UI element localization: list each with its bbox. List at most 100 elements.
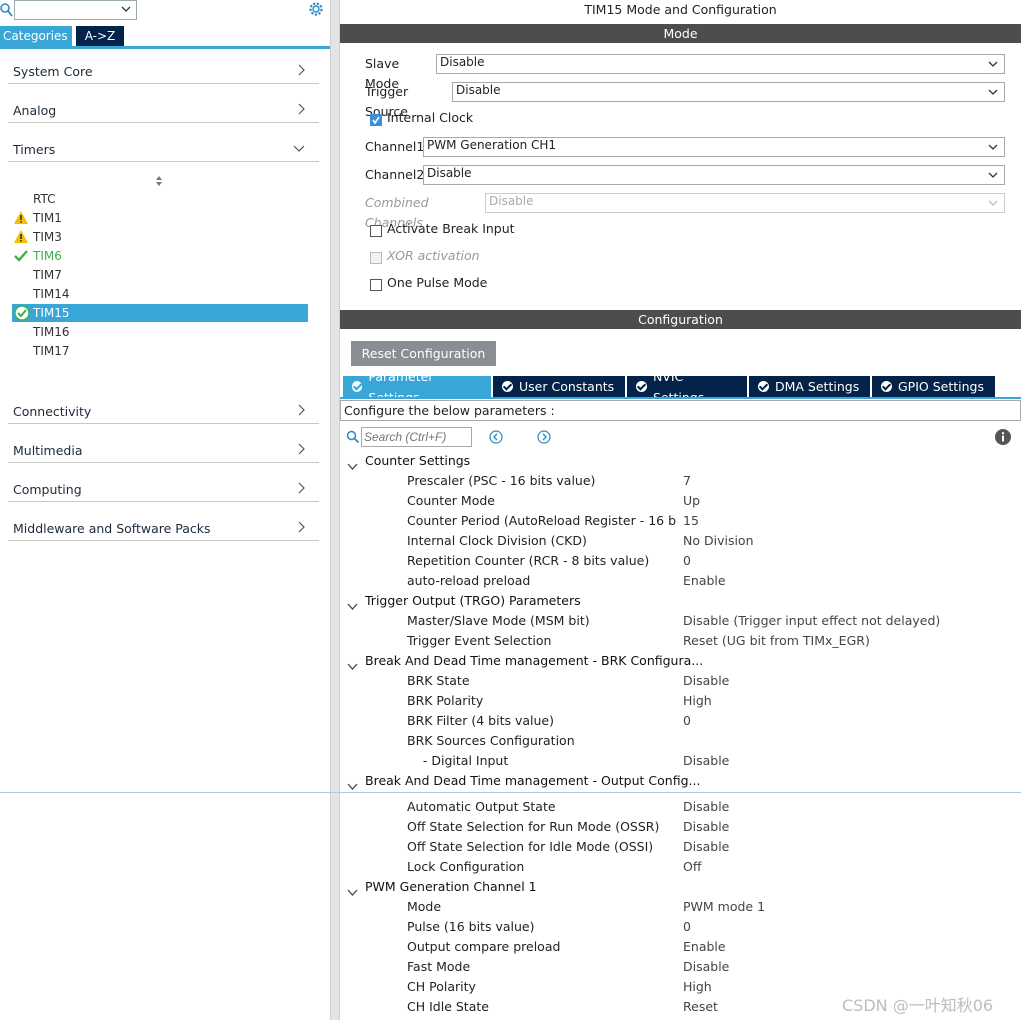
tab-user-constants[interactable]: User Constants (493, 376, 625, 397)
next-result-icon[interactable] (537, 430, 551, 447)
parameter-group[interactable]: Break And Dead Time management - Output … (340, 771, 1021, 791)
parameter-value: No Division (683, 533, 754, 548)
slave-mode-select[interactable]: Disable (436, 54, 1005, 74)
watermark: CSDN @一叶知秋06 (842, 996, 994, 1015)
category-timers[interactable]: Timers (8, 138, 319, 162)
info-icon[interactable] (994, 428, 1012, 449)
timer-item-tim7[interactable]: TIM7 (12, 266, 308, 284)
parameter-row[interactable]: BRK State Disable (340, 671, 1021, 691)
reset-configuration-button[interactable]: Reset Configuration (351, 341, 496, 366)
timer-item-tim6[interactable]: TIM6 (12, 247, 308, 265)
parameter-row[interactable]: Fast Mode Disable (340, 957, 1021, 977)
category-connectivity[interactable]: Connectivity (8, 400, 319, 424)
parameter-value: Enable (683, 573, 726, 588)
parameter-group[interactable]: Trigger Output (TRGO) Parameters (340, 591, 1021, 611)
parameter-row[interactable]: Counter Mode Up (340, 491, 1021, 511)
parameter-group[interactable]: Counter Settings (340, 451, 1021, 471)
parameter-row[interactable]: Prescaler (PSC - 16 bits value) 7 (340, 471, 1021, 491)
tab-nvic-settings[interactable]: NVIC Settings (627, 369, 747, 405)
parameter-row[interactable]: auto-reload preload Enable (340, 571, 1021, 591)
timer-name: TIM17 (33, 344, 70, 358)
category-label: Computing (13, 482, 82, 497)
category-search-combo[interactable] (14, 0, 137, 20)
parameter-row[interactable]: Mode PWM mode 1 (340, 897, 1021, 917)
parameter-row[interactable]: Lock Configuration Off (340, 857, 1021, 877)
chevron-right-icon (297, 64, 305, 79)
parameter-row[interactable]: Automatic Output State Disable (340, 797, 1021, 817)
parameter-value: High (683, 693, 712, 708)
parameter-row[interactable]: - Digital Input Disable (340, 751, 1021, 771)
timer-item-tim1[interactable]: TIM1 (12, 209, 308, 227)
parameter-search-input[interactable] (361, 427, 472, 447)
category-system-core[interactable]: System Core (8, 60, 319, 84)
parameter-name: Counter Mode (407, 493, 495, 508)
parameter-group[interactable]: PWM Generation Channel 1 (340, 877, 1021, 897)
parameter-name: Pulse (16 bits value) (407, 919, 535, 934)
sort-icon[interactable] (154, 174, 164, 191)
channel2-select[interactable]: Disable (423, 165, 1005, 185)
parameter-row[interactable]: BRK Filter (4 bits value) 0 (340, 711, 1021, 731)
check-circle-icon (352, 381, 363, 392)
category-middleware[interactable]: Middleware and Software Packs (8, 517, 319, 541)
parameter-row[interactable]: Counter Period (AutoReload Register - 16… (340, 511, 1021, 531)
tab-categories[interactable]: Categories (0, 26, 72, 46)
tab-underline (340, 397, 1021, 399)
parameter-value: Disable (683, 839, 730, 854)
parameter-value: 15 (683, 513, 699, 528)
parameter-row[interactable]: BRK Polarity High (340, 691, 1021, 711)
chevron-down-icon (987, 169, 999, 184)
timer-item-tim15[interactable]: TIM15 (12, 304, 308, 322)
trigger-source-value: Disable (456, 83, 501, 97)
one-pulse-mode-checkbox[interactable] (370, 279, 382, 291)
parameter-row[interactable]: Repetition Counter (RCR - 8 bits value) 0 (340, 551, 1021, 571)
configuration-tabs: Parameter Settings User Constants NVIC S… (343, 369, 997, 405)
category-analog[interactable]: Analog (8, 99, 319, 123)
parameter-value: Disable (Trigger input effect not delaye… (683, 613, 941, 628)
timer-name: TIM7 (33, 268, 62, 282)
timer-item-tim3[interactable]: TIM3 (12, 228, 308, 246)
warning-icon (14, 230, 28, 248)
category-computing[interactable]: Computing (8, 478, 319, 502)
category-multimedia[interactable]: Multimedia (8, 439, 319, 463)
parameter-value: High (683, 979, 712, 994)
timer-item-tim17[interactable]: TIM17 (12, 342, 308, 360)
timer-item-rtc[interactable]: RTC (12, 190, 308, 208)
previous-result-icon[interactable] (489, 430, 503, 447)
internal-clock-checkbox[interactable] (370, 114, 382, 126)
parameter-row[interactable]: Pulse (16 bits value) 0 (340, 917, 1021, 937)
parameter-row[interactable]: Internal Clock Division (CKD) No Division (340, 531, 1021, 551)
parameter-row[interactable]: Master/Slave Mode (MSM bit) Disable (Trig… (340, 611, 1021, 631)
parameter-row[interactable]: Off State Selection for Run Mode (OSSR) D… (340, 817, 1021, 837)
parameter-row[interactable]: Output compare preload Enable (340, 937, 1021, 957)
tab-parameter-settings[interactable]: Parameter Settings (343, 369, 491, 405)
parameter-name: Output compare preload (407, 939, 561, 954)
parameter-name: - Digital Input (407, 753, 509, 768)
timer-item-tim14[interactable]: TIM14 (12, 285, 308, 303)
configuration-section-header: Configuration (340, 310, 1021, 329)
parameter-value: Disable (683, 819, 730, 834)
parameter-row[interactable]: BRK Sources Configuration (340, 731, 1021, 751)
tab-dma-settings[interactable]: DMA Settings (749, 376, 870, 397)
parameter-group[interactable]: Break And Dead Time management - BRK Con… (340, 651, 1021, 671)
tab-gpio-settings[interactable]: GPIO Settings (872, 376, 995, 397)
panel-splitter[interactable] (330, 0, 340, 1020)
mode-section-header: Mode (340, 24, 1021, 43)
search-icon (346, 430, 360, 447)
checkmark-icon (14, 249, 28, 267)
parameter-row[interactable]: Off State Selection for Idle Mode (OSSI)… (340, 837, 1021, 857)
gear-icon[interactable] (306, 0, 326, 21)
parameter-value: 0 (683, 713, 691, 728)
tab-a-z[interactable]: A->Z (76, 26, 124, 46)
timer-name: TIM15 (33, 306, 70, 320)
channel1-select[interactable]: PWM Generation CH1 (423, 137, 1005, 157)
channel2-label: Channel2 (365, 167, 425, 182)
check-circle-icon (636, 381, 647, 392)
trigger-source-select[interactable]: Disable (452, 82, 1005, 102)
combined-channels-value: Disable (489, 194, 534, 208)
parameter-row[interactable]: Trigger Event Selection Reset (UG bit fro… (340, 631, 1021, 651)
parameter-value: 0 (683, 553, 691, 568)
timer-item-tim16[interactable]: TIM16 (12, 323, 308, 341)
parameter-value: Reset (683, 999, 718, 1014)
activate-break-input-checkbox[interactable] (370, 225, 382, 237)
chevron-right-icon (297, 404, 305, 419)
